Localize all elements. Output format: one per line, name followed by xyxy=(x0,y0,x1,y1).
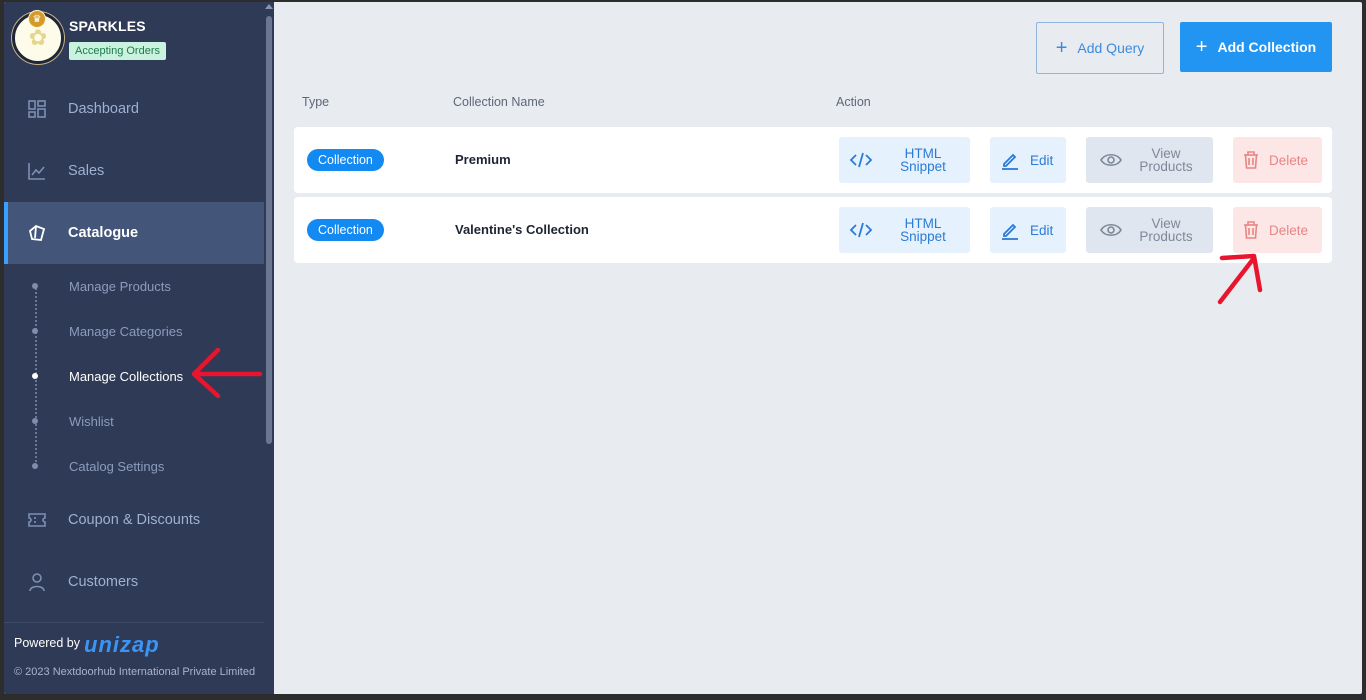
submenu-dot-active xyxy=(32,373,38,379)
dashboard-icon xyxy=(26,98,48,120)
sidebar-subitem-manage-categories[interactable]: Manage Categories xyxy=(69,324,182,339)
submenu-dot xyxy=(32,283,38,289)
pencil-icon xyxy=(990,220,1030,240)
eye-icon xyxy=(1086,152,1136,168)
chart-line-icon xyxy=(26,160,48,182)
submenu-dot xyxy=(32,463,38,469)
sidebar-item-catalogue[interactable]: Catalogue xyxy=(4,202,264,264)
view-products-label-line2: Products xyxy=(1139,229,1193,244)
code-icon xyxy=(839,151,883,169)
html-snippet-label: HTML Snippet xyxy=(883,147,963,174)
catalogue-icon xyxy=(26,222,48,244)
sidebar-subitem-manage-collections[interactable]: Manage Collections xyxy=(69,369,183,384)
crown-icon: ♛ xyxy=(28,10,46,28)
store-status-badge[interactable]: Accepting Orders xyxy=(69,42,166,60)
plus-icon: + xyxy=(1055,36,1068,59)
view-products-label: View Products xyxy=(1136,217,1196,244)
submenu-dot xyxy=(32,328,38,334)
store-brand[interactable]: ✿ ♛ SPARKLES Accepting Orders xyxy=(10,10,260,70)
delete-button[interactable]: Delete xyxy=(1233,137,1322,183)
scroll-up-arrow-icon[interactable] xyxy=(265,4,273,9)
add-query-button[interactable]: + Add Query xyxy=(1036,22,1164,74)
view-products-label: View Products xyxy=(1136,147,1196,174)
type-badge: Collection xyxy=(307,149,384,171)
type-badge: Collection xyxy=(307,219,384,241)
sidebar-item-sales[interactable]: Sales xyxy=(4,140,264,202)
powered-by-label: Powered by xyxy=(14,636,81,650)
delete-button[interactable]: Delete xyxy=(1233,207,1322,253)
view-products-button[interactable]: View Products xyxy=(1086,137,1213,183)
sidebar-item-customers[interactable]: Customers xyxy=(4,551,264,613)
copyright-text: © 2023 Nextdoorhub International Private… xyxy=(14,666,256,678)
sidebar-item-label: Coupon & Discounts xyxy=(68,512,201,528)
sidebar-item-label: Sales xyxy=(68,163,105,179)
view-products-button[interactable]: View Products xyxy=(1086,207,1213,253)
column-header-action: Action xyxy=(836,95,871,109)
html-snippet-button[interactable]: HTML Snippet xyxy=(839,137,970,183)
sidebar-subitem-catalog-settings[interactable]: Catalog Settings xyxy=(69,459,164,474)
collection-name: Premium xyxy=(455,152,511,167)
code-icon xyxy=(839,221,883,239)
column-header-collection-name: Collection Name xyxy=(453,95,545,109)
sidebar-item-label: Customers xyxy=(68,574,139,590)
trash-icon xyxy=(1233,150,1269,170)
sidebar-item-dashboard[interactable]: Dashboard xyxy=(4,78,264,140)
store-name: SPARKLES xyxy=(69,18,146,34)
unizap-logo: unizap xyxy=(84,632,160,657)
edit-label: Edit xyxy=(1030,222,1054,238)
sidebar-item-coupons[interactable]: Coupon & Discounts xyxy=(4,489,264,551)
app-window: ✿ ♛ SPARKLES Accepting Orders Dashboard … xyxy=(4,2,1362,694)
sidebar-footer-divider xyxy=(4,622,264,623)
edit-label: Edit xyxy=(1030,152,1054,168)
delete-label: Delete xyxy=(1269,222,1309,238)
html-snippet-button[interactable]: HTML Snippet xyxy=(839,207,970,253)
edit-button[interactable]: Edit xyxy=(990,207,1066,253)
edit-button[interactable]: Edit xyxy=(990,137,1066,183)
add-collection-button[interactable]: + Add Collection xyxy=(1180,22,1332,72)
html-snippet-label-line2: Snippet xyxy=(900,159,946,174)
plus-icon: + xyxy=(1195,35,1208,58)
delete-label: Delete xyxy=(1269,152,1309,168)
sidebar-item-label: Dashboard xyxy=(68,101,139,117)
add-collection-label: Add Collection xyxy=(1217,39,1317,55)
eye-icon xyxy=(1086,222,1136,238)
sidebar-item-label: Catalogue xyxy=(68,225,139,241)
annotation-arrow-up-icon xyxy=(1217,253,1263,305)
user-icon xyxy=(26,571,48,593)
view-products-label-line2: Products xyxy=(1139,159,1193,174)
column-header-type: Type xyxy=(302,95,330,109)
add-query-label: Add Query xyxy=(1077,40,1145,56)
html-snippet-label: HTML Snippet xyxy=(883,217,963,244)
pencil-icon xyxy=(990,150,1030,170)
submenu-dot xyxy=(32,418,38,424)
html-snippet-label-line2: Snippet xyxy=(900,229,946,244)
sidebar-subitem-wishlist[interactable]: Wishlist xyxy=(69,414,114,429)
annotation-arrow-left-icon xyxy=(191,347,263,399)
sidebar-scrollbar-thumb[interactable] xyxy=(266,16,272,444)
sidebar-subitem-manage-products[interactable]: Manage Products xyxy=(69,279,171,294)
table-row: Collection Valentine's Collection HTML Sn… xyxy=(294,197,1332,263)
trash-icon xyxy=(1233,220,1269,240)
ticket-icon xyxy=(26,509,48,531)
collection-name: Valentine's Collection xyxy=(455,222,589,237)
table-row: Collection Premium HTML Snippet Edit View… xyxy=(294,127,1332,193)
